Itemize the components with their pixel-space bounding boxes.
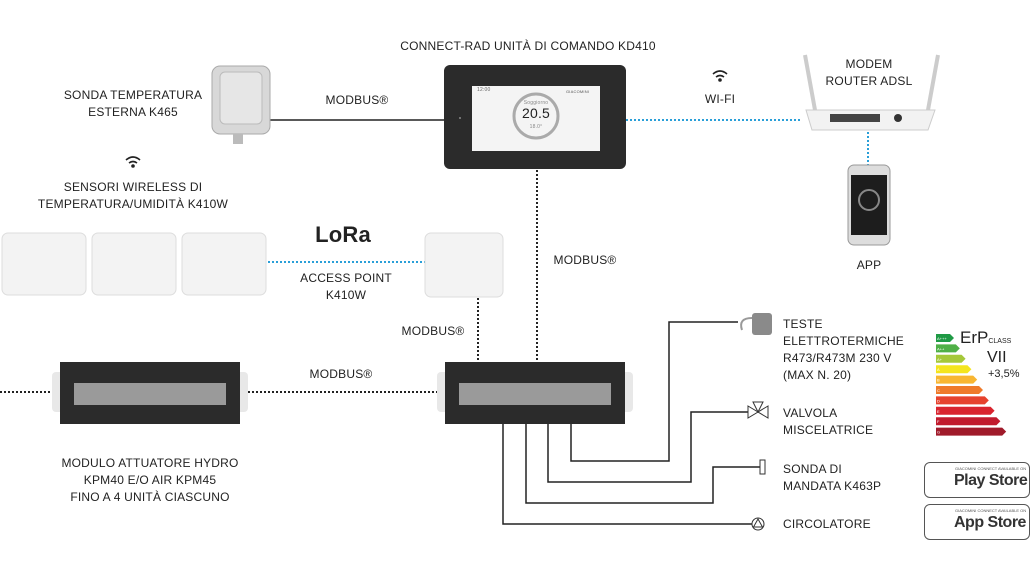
wireless-sensors-label-line: TEMPERATURA/UMIDITÀ K410W <box>37 197 229 211</box>
thermo-heads-label: TESTE ELETTROTERMICHE R473/R473M 230 V (… <box>783 316 904 384</box>
app-store-label: App Store <box>954 514 1026 531</box>
control-unit-label: CONNECT-RAD UNITÀ DI COMANDO KD410 <box>400 39 656 53</box>
modbus-label: MODBUS® <box>401 324 465 338</box>
wireless-sensors-label: SENSORI WIRELESS DI TEMPERATURA/UMIDITÀ … <box>38 179 228 213</box>
actuator-module-label-line: FINO A 4 UNITÀ CIASCUNO <box>70 490 230 504</box>
access-point-label-line: ACCESS POINT <box>300 271 392 285</box>
circulator-label: CIRCOLATORE <box>783 517 871 531</box>
mixing-valve-label-line: MISCELATRICE <box>783 423 874 437</box>
erp-band-label: G <box>937 430 940 435</box>
actuator-module-right <box>437 362 633 424</box>
lora-logo: LoRa <box>315 222 371 247</box>
modbus-label: MODBUS® <box>325 93 389 107</box>
wire-circulator <box>502 424 752 525</box>
mixing-valve-label: VALVOLA MISCELATRICE <box>783 405 873 439</box>
access-point-device <box>424 232 504 298</box>
flow-probe-icon <box>759 459 766 475</box>
erp-band-label: A++ <box>937 346 945 351</box>
erp-band-f <box>936 417 1001 426</box>
play-store-label: Play Store <box>954 472 1028 489</box>
flow-probe-label-line: MANDATA K463P <box>783 479 882 493</box>
erp-class-word: CLASS <box>988 338 1012 345</box>
erp-band-label: B <box>937 378 940 383</box>
erp-band-a <box>936 365 972 374</box>
flow-probe-label-line: SONDA DI <box>783 462 842 476</box>
wire-flow-probe <box>525 424 760 504</box>
thermo-heads-label-line: ELETTROTERMICHE <box>783 334 905 348</box>
erp-band-g <box>936 427 1007 436</box>
circulator-icon <box>751 517 765 531</box>
app-label: APP <box>856 258 882 272</box>
erp-band-b <box>936 375 978 384</box>
actuator-module-label-line: KPM40 E/O AIR KPM45 <box>83 473 217 487</box>
erp-band-label: A <box>937 367 940 372</box>
erp-band-label: E <box>937 409 940 414</box>
erp-band-label: D <box>937 398 940 403</box>
screen-time: 12:00 <box>477 87 491 93</box>
actuator-module-left <box>52 362 248 424</box>
thermo-head-icon <box>740 313 772 335</box>
access-point-label: ACCESS POINT K410W <box>300 270 392 304</box>
wifi-label: WI-FI <box>704 92 736 106</box>
erp-band-label: A+ <box>937 357 943 362</box>
erp-class: VII <box>987 349 1007 366</box>
play-store-badge[interactable]: GIACOMINI CONNECT AVAILABLE ON Play Stor… <box>924 462 1030 498</box>
external-probe-label: SONDA TEMPERATURA ESTERNA K465 <box>64 87 202 121</box>
router-label-line: ROUTER ADSL <box>825 74 913 88</box>
thermo-heads-label-line: R473/R473M 230 V <box>783 351 892 365</box>
smartphone-device <box>847 164 891 246</box>
play-store-caption: GIACOMINI CONNECT AVAILABLE ON <box>955 466 1027 471</box>
external-probe-label-line: ESTERNA K465 <box>88 105 178 119</box>
screen-setpoint: 18.0° <box>529 124 543 130</box>
erp-band-e <box>936 406 995 415</box>
erp-band-d <box>936 396 989 405</box>
mixing-valve-label-line: VALVOLA <box>783 406 838 420</box>
erp-title: ErPCLASS <box>960 328 1011 348</box>
screen-brand: GIACOMINI <box>566 89 590 94</box>
access-point-label-line: K410W <box>325 288 367 302</box>
erp-band-c <box>936 386 983 394</box>
thermo-heads-label-line: (MAX N. 20) <box>783 368 852 382</box>
erp-title-text: ErP <box>960 328 989 347</box>
mixing-valve-icon <box>747 401 769 419</box>
flow-probe-label: SONDA DI MANDATA K463P <box>783 461 881 495</box>
wireless-sensors-label-line: SENSORI WIRELESS DI <box>63 180 203 194</box>
router-label: MODEM ROUTER ADSL <box>826 56 913 90</box>
wifi-icon <box>125 156 141 168</box>
app-store-caption: GIACOMINI CONNECT AVAILABLE ON <box>955 508 1027 513</box>
router-label-line: MODEM <box>845 57 893 71</box>
modbus-label: MODBUS® <box>553 253 617 267</box>
erp-band-label: C <box>937 388 940 393</box>
actuator-module-label-line: MODULO ATTUATORE HYDRO <box>61 456 239 470</box>
wireless-sensors <box>1 232 267 296</box>
screen-temperature: 20.5 <box>521 105 551 121</box>
system-diagram: A+++ A++ A+ A B C D E F G CONNECT-RAD UNITÀ DI CO… <box>0 0 1030 571</box>
wifi-icon <box>712 70 728 82</box>
external-probe-device <box>211 65 271 144</box>
actuator-module-label: MODULO ATTUATORE HYDRO KPM40 E/O AIR KPM… <box>61 455 238 506</box>
thermo-heads-label-line: TESTE <box>783 317 823 331</box>
modbus-label: MODBUS® <box>309 367 373 381</box>
app-store-badge[interactable]: GIACOMINI CONNECT AVAILABLE ON App Store <box>924 504 1030 540</box>
external-probe-label-line: SONDA TEMPERATURA <box>63 88 203 102</box>
erp-bonus: +3,5% <box>988 368 1020 380</box>
erp-band-label: A+++ <box>937 336 947 341</box>
